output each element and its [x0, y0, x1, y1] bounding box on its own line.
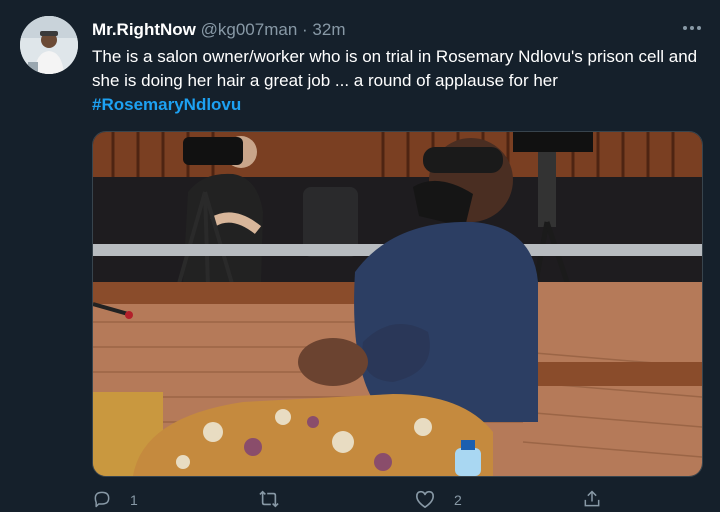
share-button[interactable]: [582, 488, 620, 512]
timestamp[interactable]: 32m: [312, 20, 345, 39]
reply-button[interactable]: 1: [92, 488, 138, 512]
tweet-text: The is a salon owner/worker who is on tr…: [92, 47, 698, 90]
more-options-icon[interactable]: [682, 14, 702, 37]
like-count: 2: [454, 492, 462, 508]
share-icon: [582, 489, 620, 512]
retweet-icon: [258, 489, 298, 512]
user-handle[interactable]: @kg007man: [201, 20, 298, 39]
avatar[interactable]: [20, 16, 78, 74]
separator-dot: ·: [302, 20, 308, 39]
heart-icon: [414, 489, 454, 512]
reply-count: 1: [130, 492, 138, 508]
like-button[interactable]: 2: [414, 488, 462, 512]
tweet-header: Mr.RightNow @kg007man · 32m: [92, 18, 346, 42]
tweet[interactable]: Mr.RightNow @kg007man · 32m The is a sal…: [0, 0, 720, 512]
tweet-actions: 1 2: [92, 488, 612, 512]
retweet-button[interactable]: [258, 488, 298, 512]
tweet-body: The is a salon owner/worker who is on tr…: [92, 45, 707, 117]
display-name[interactable]: Mr.RightNow: [92, 20, 196, 39]
reply-icon: [92, 489, 130, 512]
tweet-photo[interactable]: [92, 131, 703, 477]
hashtag-link[interactable]: #RosemaryNdlovu: [92, 93, 707, 117]
